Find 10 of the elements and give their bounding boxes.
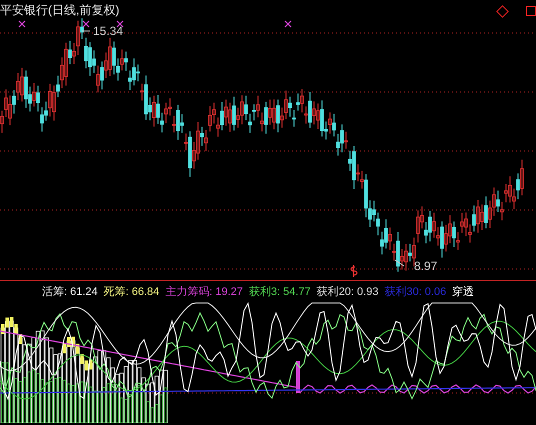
chart-title: 平安银行(日线,前复权) bbox=[0, 2, 120, 19]
high-price-label: 15.34 bbox=[93, 24, 124, 38]
indicator-value: 死筹: 66.84 bbox=[104, 284, 160, 298]
indicator-value: 穿透 bbox=[452, 284, 474, 298]
low-price-label: 8.97 bbox=[414, 259, 438, 273]
indicator-value: 主力筹码: 19.27 bbox=[165, 284, 243, 298]
indicator-value: 获利20: 0.93 bbox=[316, 284, 378, 298]
indicator-value: 活筹: 61.24 bbox=[42, 284, 98, 298]
indicator-value: 获利3: 54.77 bbox=[248, 284, 311, 298]
indicator-value: 获利30: 0.06 bbox=[384, 284, 446, 298]
